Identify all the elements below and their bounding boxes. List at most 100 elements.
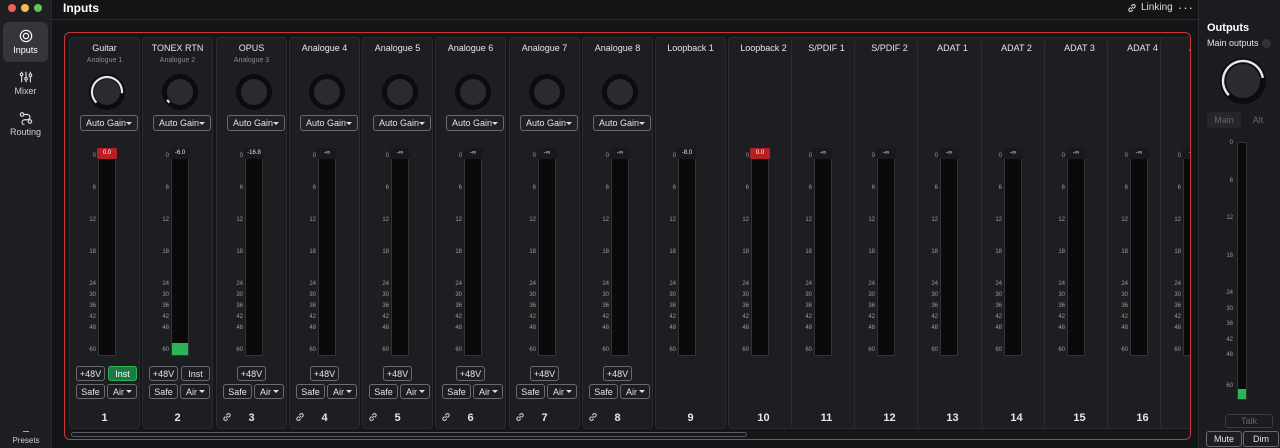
gain-knob[interactable] bbox=[236, 74, 272, 110]
air-dropdown[interactable]: Air bbox=[620, 384, 650, 399]
level-meter bbox=[464, 156, 482, 356]
gain-knob[interactable] bbox=[89, 74, 125, 110]
air-dropdown[interactable]: Air bbox=[400, 384, 430, 399]
meter-scale-tick: 12 bbox=[1121, 217, 1128, 223]
meter-scale-tick: 60 bbox=[602, 347, 609, 353]
channel-number: 7 bbox=[541, 412, 548, 424]
meter-scale-tick: 24 bbox=[529, 281, 536, 287]
phantom-power-button[interactable]: +48V bbox=[310, 366, 339, 381]
level-meter bbox=[814, 156, 832, 356]
meter-scale-tick: 48 bbox=[455, 325, 462, 331]
gain-knob[interactable] bbox=[162, 74, 198, 110]
phantom-power-button[interactable]: +48V bbox=[237, 366, 266, 381]
phantom-power-button[interactable]: +48V bbox=[603, 366, 632, 381]
meter-scale-tick: 0 bbox=[1061, 153, 1065, 159]
safe-button[interactable]: Safe bbox=[369, 384, 398, 399]
output-selector[interactable]: Main outputs bbox=[1207, 38, 1271, 48]
gain-knob[interactable] bbox=[455, 74, 491, 110]
sidebar-item-inputs[interactable]: Inputs bbox=[3, 22, 48, 62]
phantom-power-button[interactable]: +48V bbox=[76, 366, 105, 381]
channel-name: ADAT 1 bbox=[937, 43, 968, 53]
presets-button[interactable]: Presets bbox=[0, 431, 52, 445]
auto-gain-dropdown[interactable]: Auto Gain bbox=[520, 115, 578, 131]
talk-button[interactable]: Talk bbox=[1225, 414, 1273, 428]
meter-scale-tick: 24 bbox=[1174, 281, 1181, 287]
air-dropdown[interactable]: Air bbox=[327, 384, 357, 399]
meter-scale-tick: 12 bbox=[931, 217, 938, 223]
gain-knob[interactable] bbox=[602, 74, 638, 110]
auto-gain-dropdown[interactable]: Auto Gain bbox=[80, 115, 138, 131]
auto-gain-dropdown[interactable]: Auto Gain bbox=[300, 115, 358, 131]
air-dropdown[interactable]: Air bbox=[547, 384, 577, 399]
safe-button[interactable]: Safe bbox=[76, 384, 105, 399]
phantom-power-button[interactable]: +48V bbox=[383, 366, 412, 381]
meter-scale-tick: 0 bbox=[385, 153, 389, 159]
channel-number: 14 bbox=[1010, 412, 1023, 424]
dim-button[interactable]: Dim bbox=[1243, 431, 1279, 447]
air-dropdown[interactable]: Air bbox=[254, 384, 284, 399]
more-options-button[interactable]: ··· bbox=[1178, 0, 1194, 15]
linking-label: Linking bbox=[1141, 2, 1173, 13]
sidebar-item-mixer[interactable]: Mixer bbox=[3, 63, 48, 103]
meter-scale-tick: 18 bbox=[1121, 249, 1128, 255]
main-output-button[interactable]: Main bbox=[1207, 112, 1241, 128]
inst-button[interactable]: Inst bbox=[181, 366, 210, 381]
meter-scale-tick: 0 bbox=[1177, 153, 1181, 159]
meter-scale-tick: 36 bbox=[236, 303, 243, 309]
auto-gain-dropdown[interactable]: Auto Gain bbox=[446, 115, 504, 131]
level-meter bbox=[1067, 156, 1085, 356]
meter-scale-tick: 30 bbox=[868, 292, 875, 298]
meter-scale-tick: 42 bbox=[309, 314, 316, 320]
meter-scale-tick: 60 bbox=[669, 347, 676, 353]
channel-number: 15 bbox=[1073, 412, 1086, 424]
auto-gain-dropdown[interactable]: Auto Gain bbox=[373, 115, 431, 131]
linking-button[interactable]: Linking bbox=[1127, 2, 1173, 13]
meter-scale-tick: 60 bbox=[309, 347, 316, 353]
gain-knob[interactable] bbox=[529, 74, 565, 110]
auto-gain-dropdown[interactable]: Auto Gain bbox=[227, 115, 285, 131]
safe-button[interactable]: Safe bbox=[149, 384, 178, 399]
sidebar-item-routing[interactable]: Routing bbox=[3, 104, 48, 144]
air-dropdown[interactable]: Air bbox=[180, 384, 210, 399]
output-meter-scale-tick: 30 bbox=[1226, 305, 1233, 312]
meter-scale-tick: 42 bbox=[1058, 314, 1065, 320]
close-window-button[interactable] bbox=[8, 4, 16, 12]
safe-button[interactable]: Safe bbox=[223, 384, 252, 399]
channel-number: 3 bbox=[248, 412, 255, 424]
horizontal-scrollbar[interactable] bbox=[71, 432, 747, 437]
gain-knob[interactable] bbox=[309, 74, 345, 110]
output-meter-scale-tick: 36 bbox=[1226, 321, 1233, 327]
phantom-power-button[interactable]: +48V bbox=[530, 366, 559, 381]
meter-scale-tick: 30 bbox=[602, 292, 609, 298]
mute-button[interactable]: Mute bbox=[1206, 431, 1242, 447]
minimize-window-button[interactable] bbox=[21, 4, 29, 12]
air-dropdown[interactable]: Air bbox=[473, 384, 503, 399]
peak-readout: -∞ bbox=[317, 148, 337, 159]
input-channel: ADAT 3 0 6 12 18 24 30 36 42 48 60 -∞ 15 bbox=[1044, 37, 1115, 429]
safe-button[interactable]: Safe bbox=[442, 384, 471, 399]
maximize-window-button[interactable] bbox=[34, 4, 42, 12]
inst-button[interactable]: Inst bbox=[108, 366, 137, 381]
meter-scale-tick: 6 bbox=[239, 185, 243, 191]
channel-name: S/PDIF 2 bbox=[871, 43, 908, 53]
level-meter bbox=[751, 156, 769, 356]
meter-scale-tick: 6 bbox=[385, 185, 389, 191]
meter-scale-tick: 42 bbox=[1174, 314, 1181, 320]
output-volume-knob[interactable] bbox=[1220, 58, 1266, 104]
alt-output-button[interactable]: Alt bbox=[1241, 112, 1275, 128]
meter-scale-tick: 6 bbox=[605, 185, 609, 191]
phantom-power-button[interactable]: +48V bbox=[456, 366, 485, 381]
meter-scale-tick: 30 bbox=[1058, 292, 1065, 298]
meter-scale-tick: 60 bbox=[1121, 347, 1128, 353]
phantom-power-button[interactable]: +48V bbox=[149, 366, 178, 381]
auto-gain-dropdown[interactable]: Auto Gain bbox=[593, 115, 651, 131]
safe-button[interactable]: Safe bbox=[589, 384, 618, 399]
meter-scale-tick: 30 bbox=[1121, 292, 1128, 298]
gain-knob[interactable] bbox=[382, 74, 418, 110]
air-dropdown[interactable]: Air bbox=[107, 384, 137, 399]
meter-scale-tick: 36 bbox=[1174, 303, 1181, 309]
safe-button[interactable]: Safe bbox=[516, 384, 545, 399]
safe-button[interactable]: Safe bbox=[296, 384, 325, 399]
gain-knob-cap bbox=[167, 79, 193, 105]
auto-gain-dropdown[interactable]: Auto Gain bbox=[153, 115, 211, 131]
